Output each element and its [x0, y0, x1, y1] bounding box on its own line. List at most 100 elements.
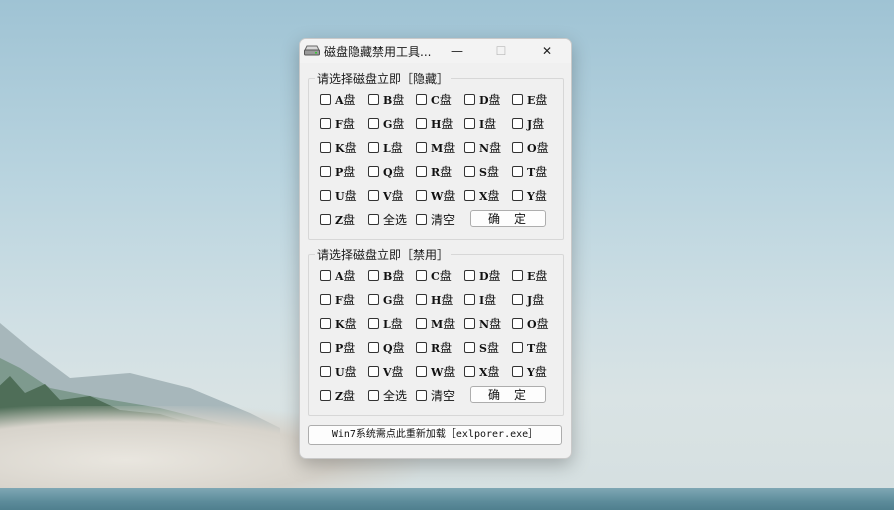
drive-r-checkbox[interactable]: R盘 [416, 163, 452, 179]
checkbox-box[interactable] [416, 389, 427, 401]
checkbox-box[interactable] [320, 269, 331, 281]
checkbox-box[interactable] [416, 189, 427, 201]
checkbox-box[interactable] [416, 317, 427, 329]
minimize-button[interactable]: — [435, 39, 479, 63]
checkbox-box[interactable] [416, 269, 427, 281]
checkbox-box[interactable] [416, 141, 427, 153]
drive-k-checkbox[interactable]: K盘 [320, 139, 357, 155]
drive-x-checkbox[interactable]: X盘 [464, 187, 500, 203]
drive-z-checkbox[interactable]: Z盘 [320, 211, 355, 227]
checkbox-box[interactable] [320, 93, 331, 105]
checkbox-box[interactable] [320, 165, 331, 177]
checkbox-box[interactable] [512, 93, 523, 105]
checkbox-box[interactable] [368, 365, 379, 377]
drive-b-checkbox[interactable]: B盘 [368, 267, 404, 283]
checkbox-box[interactable] [320, 365, 331, 377]
drive-v-checkbox[interactable]: V盘 [368, 363, 404, 379]
checkbox-box[interactable] [464, 141, 475, 153]
drive-z-checkbox[interactable]: Z盘 [320, 387, 355, 403]
checkbox-box[interactable] [320, 317, 331, 329]
drive-j-checkbox[interactable]: J盘 [512, 291, 544, 307]
checkbox-box[interactable] [512, 165, 523, 177]
drive-s-checkbox[interactable]: S盘 [464, 339, 499, 355]
drive-u-checkbox[interactable]: U盘 [320, 363, 357, 379]
drive-c-checkbox[interactable]: C盘 [416, 267, 452, 283]
checkbox-box[interactable] [464, 93, 475, 105]
drive-c-checkbox[interactable]: C盘 [416, 91, 452, 107]
checkbox-box[interactable] [368, 213, 379, 225]
checkbox-box[interactable] [464, 117, 475, 129]
drive-o-checkbox[interactable]: O盘 [512, 315, 549, 331]
drive-i-checkbox[interactable]: I盘 [464, 291, 496, 307]
drive-y-checkbox[interactable]: Y盘 [512, 187, 547, 203]
drive-q-checkbox[interactable]: Q盘 [368, 163, 405, 179]
checkbox-box[interactable] [368, 141, 379, 153]
drive-y-checkbox[interactable]: Y盘 [512, 363, 547, 379]
drive-l-checkbox[interactable]: L盘 [368, 315, 403, 331]
checkbox-box[interactable] [464, 165, 475, 177]
drive-m-checkbox[interactable]: M盘 [416, 139, 455, 155]
checkbox-box[interactable] [320, 341, 331, 353]
drive-s-checkbox[interactable]: S盘 [464, 163, 499, 179]
maximize-button[interactable]: ☐ [479, 39, 523, 63]
checkbox-box[interactable] [416, 365, 427, 377]
checkbox-box[interactable] [320, 141, 331, 153]
checkbox-box[interactable] [416, 213, 427, 225]
drive-k-checkbox[interactable]: K盘 [320, 315, 357, 331]
drive-r-checkbox[interactable]: R盘 [416, 339, 452, 355]
checkbox-box[interactable] [512, 141, 523, 153]
checkbox-box[interactable] [464, 365, 475, 377]
checkbox-box[interactable] [320, 189, 331, 201]
drive-n-checkbox[interactable]: N盘 [464, 315, 501, 331]
drive-g-checkbox[interactable]: G盘 [368, 291, 404, 307]
checkbox-box[interactable] [512, 317, 523, 329]
confirm-button[interactable]: 确定 [470, 386, 546, 403]
checkbox-box[interactable] [512, 117, 523, 129]
checkbox-box[interactable] [464, 189, 475, 201]
drive-g-checkbox[interactable]: G盘 [368, 115, 404, 131]
drive-f-checkbox[interactable]: F盘 [320, 291, 355, 307]
checkbox-box[interactable] [512, 365, 523, 377]
drive-d-checkbox[interactable]: D盘 [464, 91, 501, 107]
drive-e-checkbox[interactable]: E盘 [512, 267, 547, 283]
select-all-checkbox[interactable]: 全选 [368, 387, 407, 403]
checkbox-box[interactable] [368, 93, 379, 105]
drive-j-checkbox[interactable]: J盘 [512, 115, 544, 131]
drive-u-checkbox[interactable]: U盘 [320, 187, 357, 203]
drive-a-checkbox[interactable]: A盘 [320, 91, 356, 107]
drive-w-checkbox[interactable]: W盘 [416, 187, 455, 203]
clear-checkbox[interactable]: 清空 [416, 211, 455, 227]
drive-t-checkbox[interactable]: T盘 [512, 163, 547, 179]
checkbox-box[interactable] [368, 165, 379, 177]
checkbox-box[interactable] [464, 269, 475, 281]
confirm-button[interactable]: 确定 [470, 210, 546, 227]
drive-v-checkbox[interactable]: V盘 [368, 187, 404, 203]
checkbox-box[interactable] [368, 293, 379, 305]
select-all-checkbox[interactable]: 全选 [368, 211, 407, 227]
drive-h-checkbox[interactable]: H盘 [416, 115, 453, 131]
title-bar[interactable]: 磁盘隐藏禁用工具... — ☐ ✕ [300, 39, 571, 63]
checkbox-box[interactable] [416, 293, 427, 305]
checkbox-box[interactable] [416, 93, 427, 105]
checkbox-box[interactable] [368, 189, 379, 201]
checkbox-box[interactable] [512, 189, 523, 201]
checkbox-box[interactable] [320, 293, 331, 305]
checkbox-box[interactable] [368, 317, 379, 329]
drive-a-checkbox[interactable]: A盘 [320, 267, 356, 283]
drive-l-checkbox[interactable]: L盘 [368, 139, 403, 155]
reload-explorer-button[interactable]: Win7系统需点此重新加载［exlporer.exe］ [308, 425, 562, 445]
drive-d-checkbox[interactable]: D盘 [464, 267, 501, 283]
clear-checkbox[interactable]: 清空 [416, 387, 455, 403]
drive-q-checkbox[interactable]: Q盘 [368, 339, 405, 355]
checkbox-box[interactable] [368, 389, 379, 401]
checkbox-box[interactable] [416, 341, 427, 353]
drive-b-checkbox[interactable]: B盘 [368, 91, 404, 107]
checkbox-box[interactable] [368, 341, 379, 353]
drive-e-checkbox[interactable]: E盘 [512, 91, 547, 107]
checkbox-box[interactable] [368, 269, 379, 281]
drive-m-checkbox[interactable]: M盘 [416, 315, 455, 331]
close-button[interactable]: ✕ [525, 39, 569, 63]
checkbox-box[interactable] [512, 341, 523, 353]
checkbox-box[interactable] [512, 269, 523, 281]
checkbox-box[interactable] [320, 117, 331, 129]
